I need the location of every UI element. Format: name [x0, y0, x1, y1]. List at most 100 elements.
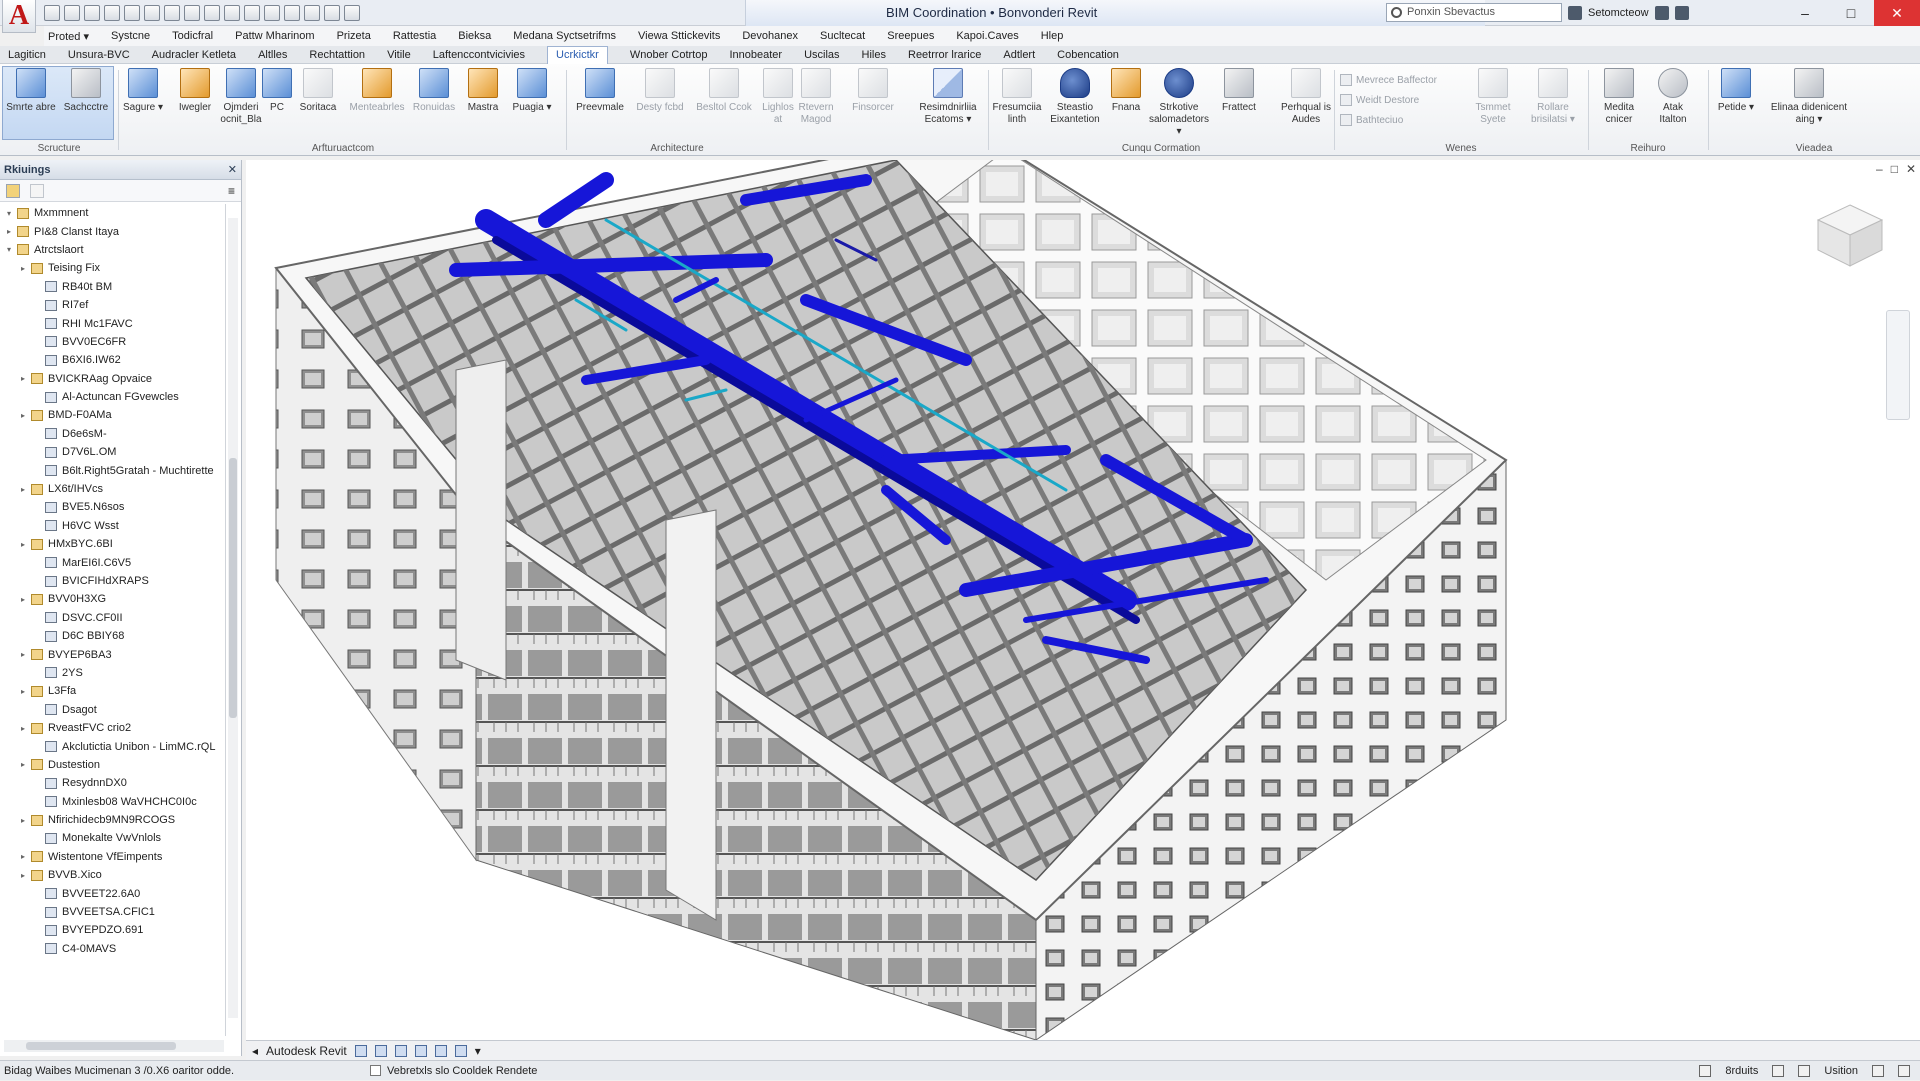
section-button[interactable]: Petide ▾ — [1712, 68, 1760, 138]
column-button[interactable]: PC — [262, 68, 292, 138]
tree-item[interactable]: Monekalte VwVnlols — [0, 829, 225, 847]
customize-icon[interactable] — [344, 4, 360, 21]
door-button[interactable]: Sagure ▾ — [120, 68, 166, 138]
3d-viewport[interactable]: – □ ✕ — [246, 160, 1920, 1040]
expand-icon[interactable]: ▾ — [4, 245, 14, 254]
worksets-icon[interactable] — [1699, 1065, 1712, 1077]
roof-button[interactable]: Soritaca — [296, 68, 340, 138]
menu-item[interactable]: Sucltecat — [820, 30, 865, 42]
tree-item[interactable]: ▸ BVYEP6BA3 — [0, 645, 225, 663]
save-icon[interactable] — [64, 4, 80, 21]
view-minimize-button[interactable]: – — [1876, 162, 1883, 176]
menu-item[interactable]: Hlep — [1041, 30, 1064, 42]
floor-button[interactable]: Ronuidas — [410, 68, 458, 138]
viewer-button[interactable]: Medita cnicer — [1594, 68, 1644, 138]
expand-icon[interactable]: ▸ — [4, 227, 14, 236]
tree-item[interactable]: BVICFIHdXRAPS — [0, 572, 225, 590]
expand-icon[interactable]: ▸ — [18, 411, 28, 420]
menu-item[interactable]: Rattestia — [393, 30, 436, 42]
redo-icon[interactable] — [124, 4, 140, 21]
close-icon[interactable]: ✕ — [228, 163, 237, 176]
tree-item[interactable]: ▸ Wistentone VfEimpents — [0, 848, 225, 866]
set-button[interactable]: Tsmmet Syete — [1468, 68, 1518, 138]
ribbon-tab-active[interactable]: Ucrkictkr — [547, 45, 608, 64]
ribbon-tab[interactable]: Lagiticn — [8, 49, 46, 61]
ribbon-tab[interactable]: Cobencation — [1057, 49, 1119, 61]
menu-item[interactable]: Prizeta — [337, 30, 371, 42]
tree-item[interactable]: BVVEETSA.CFIC1 — [0, 903, 225, 921]
tree-item[interactable]: ▸ BVVB.Xico — [0, 866, 225, 884]
scale-icon[interactable]: ◂ — [252, 1044, 258, 1058]
chevron-down-icon[interactable]: ▾ — [475, 1044, 481, 1058]
tree-item[interactable]: Dsagot — [0, 701, 225, 719]
sign-in[interactable]: Setomcteow — [1568, 3, 1689, 22]
tree-item[interactable]: BVVEET22.6A0 — [0, 884, 225, 902]
tree-item[interactable]: ▸ PI&8 Clanst Itaya — [0, 222, 225, 240]
menu-item[interactable]: Viewa Sttickevits — [638, 30, 720, 42]
modify-button[interactable]: Smrte abre — [6, 68, 56, 138]
tree-item[interactable]: 2YS — [0, 664, 225, 682]
expand-icon[interactable]: ▾ — [4, 209, 14, 218]
tree-item[interactable]: RB40t BM — [0, 278, 225, 296]
tree-item[interactable]: H6VC Wsst — [0, 517, 225, 535]
tag-button[interactable]: Fresumciia linth — [990, 68, 1044, 138]
status-option[interactable]: Vebretxls slo Cooldek Rendete — [370, 1065, 537, 1077]
filter-icon[interactable]: ≡ — [228, 184, 235, 198]
component-button[interactable]: Ojmderi ocnit_Bla — [218, 68, 264, 138]
navigation-bar[interactable] — [1886, 310, 1910, 420]
tree-item[interactable]: ▾ Mxmmnent — [0, 204, 225, 222]
ribbon-tab[interactable]: Altlles — [258, 49, 287, 61]
tree-item[interactable]: B6lt.Right5Gratah - Muchtirette — [0, 461, 225, 479]
small-command[interactable]: Mevrece Baffector — [1340, 72, 1437, 88]
expand-icon[interactable]: ▸ — [18, 264, 28, 273]
tree-item[interactable]: ResydnnDX0 — [0, 774, 225, 792]
small-command[interactable]: Bathteciuo — [1340, 112, 1403, 128]
opening-button[interactable]: Steastio Eixantetion — [1046, 68, 1104, 138]
menu-item[interactable]: Bieksa — [458, 30, 491, 42]
tree-item[interactable]: BVE5.N6sos — [0, 498, 225, 516]
tree-item[interactable]: RHI Mc1FAVC — [0, 314, 225, 332]
viewcube-icon[interactable] — [1810, 200, 1890, 270]
tree-item[interactable]: D7V6L.OM — [0, 443, 225, 461]
tree-item[interactable]: MarEI6I.C6V5 — [0, 553, 225, 571]
view-close-button[interactable]: ✕ — [1906, 162, 1916, 176]
crop-icon[interactable] — [434, 1044, 447, 1057]
expand-icon[interactable]: ▸ — [18, 760, 28, 769]
folder-icon[interactable] — [6, 183, 20, 198]
model-group-button[interactable]: Rtevern Magod — [796, 68, 836, 138]
status-checkbox[interactable] — [370, 1065, 381, 1076]
tree-item[interactable]: ▸ L3Ffa — [0, 682, 225, 700]
ribbon-tab[interactable]: Hiles — [862, 49, 886, 61]
shaft-button[interactable]: Fnana — [1108, 68, 1144, 138]
browser-horizontal-scrollbar[interactable] — [4, 1040, 224, 1052]
model-line-button[interactable]: Lighlos at — [758, 68, 798, 138]
ribbon-tab[interactable]: Laftenccontvicivies — [433, 49, 525, 61]
railing-button[interactable]: Puagia ▾ — [508, 68, 556, 138]
hide-icon[interactable] — [454, 1044, 467, 1057]
tree-item[interactable]: ▸ Dustestion — [0, 756, 225, 774]
shadows-icon[interactable] — [414, 1044, 427, 1057]
tree-item[interactable]: BVV0EC6FR — [0, 333, 225, 351]
menu-item[interactable]: Proted ▾ — [48, 30, 89, 43]
ref-plane-button[interactable]: Atak Italton — [1648, 68, 1698, 138]
expand-icon[interactable]: ▸ — [18, 871, 28, 880]
browser-vertical-scrollbar[interactable] — [228, 218, 238, 1018]
dimension-icon[interactable] — [184, 4, 200, 21]
ribbon-tab[interactable]: Wnober Cotrtop — [630, 49, 708, 61]
scroll-thumb[interactable] — [229, 458, 237, 718]
close-hidden-icon[interactable] — [304, 4, 320, 21]
minimize-button[interactable]: – — [1782, 0, 1828, 26]
ramp-button[interactable]: Preevmale — [572, 68, 628, 138]
tree-item[interactable]: ▸ BMD-F0AMa — [0, 406, 225, 424]
tree-item[interactable]: ▾ Atrctslaort — [0, 241, 225, 259]
visual-style-icon[interactable] — [374, 1044, 387, 1057]
expand-icon[interactable]: ▸ — [18, 540, 28, 549]
selection-icon[interactable] — [1872, 1065, 1884, 1077]
elevation-button[interactable]: Elinaa didenicent aing ▾ — [1764, 68, 1854, 138]
tree-item[interactable]: Akclutictia Unibon - LimMC.rQL — [0, 737, 225, 755]
expand-icon[interactable]: ▸ — [18, 485, 28, 494]
ribbon-tab[interactable]: Innobeater — [729, 49, 782, 61]
filter-icon[interactable] — [1772, 1065, 1785, 1077]
scroll-thumb[interactable] — [26, 1042, 176, 1050]
open-icon[interactable] — [44, 4, 60, 21]
